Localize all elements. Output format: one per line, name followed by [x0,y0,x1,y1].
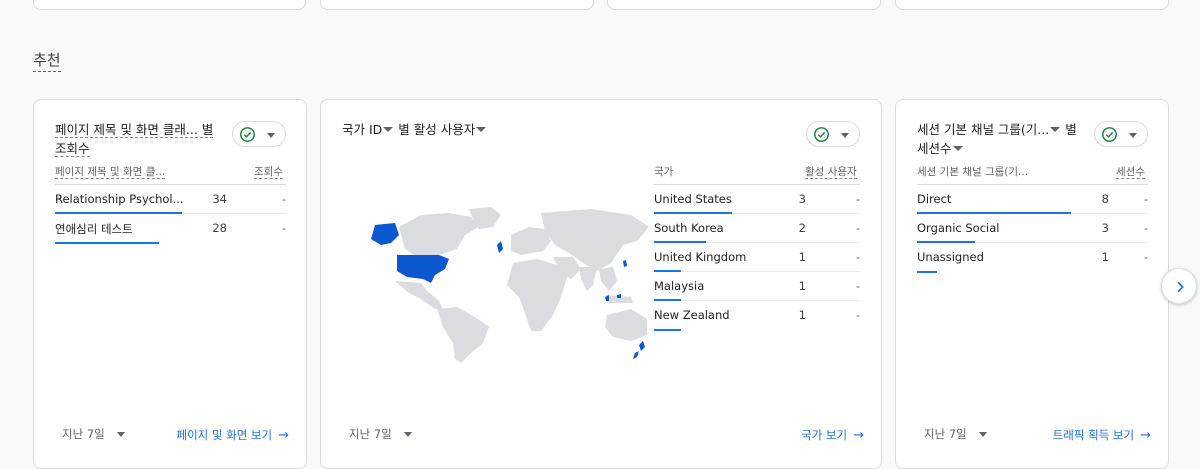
top-card-2 [320,0,594,10]
row-change: - [282,221,287,235]
check-circle-icon [1102,127,1117,142]
top-card-1 [33,0,306,10]
row-label: Malaysia [654,279,705,293]
date-range-select[interactable]: 지난 7일 [349,426,412,442]
arrow-right-icon: → [1140,428,1151,443]
col-header-metric: 세션수 [1116,166,1145,179]
dropdown-icon [1129,133,1137,138]
date-range-select[interactable]: 지난 7일 [924,426,987,442]
table-row[interactable]: Unassigned 1 - [917,243,1149,273]
title-dimension[interactable]: 국가 ID [342,122,382,137]
chevron-right-icon [1177,281,1184,293]
view-pages-link[interactable]: 페이지 및 화면 보기 → [176,427,289,443]
table-row[interactable]: Direct 8 - [917,185,1148,214]
col-header-dimension: 세션 기본 채널 그룹(기... [917,166,1029,178]
card-title: 세션 기본 채널 그룹(기... 별 세션수 [917,120,1087,158]
row-label: South Korea [654,221,724,235]
view-countries-link[interactable]: 국가 보기 → [801,427,864,443]
world-map[interactable] [361,205,651,363]
dropdown-icon [403,432,412,437]
row-change: - [1144,192,1149,206]
view-traffic-link[interactable]: 트래픽 획득 보기 → [1053,427,1151,443]
dropdown-icon [841,133,849,138]
dropdown-icon [267,133,275,138]
col-header-metric: 활성 사용자 [805,166,857,179]
title-rest: 별 [1065,122,1077,137]
carousel-next-button[interactable] [1161,268,1197,304]
row-change: - [856,192,861,206]
row-value: 1 [1101,250,1109,264]
table-row[interactable]: Malaysia 1 - [654,272,860,301]
compare-toggle[interactable] [1094,121,1148,147]
table-row[interactable]: 연애심리 테스트 28 - [55,214,287,244]
title-metric[interactable]: 세션수 [917,141,952,156]
row-label: United Kingdom [654,250,747,264]
row-change: - [282,192,287,206]
title-rest: 별 활성 사용자 [398,122,476,137]
date-range-select[interactable]: 지난 7일 [62,426,125,442]
dropdown-icon [116,432,125,437]
check-circle-icon [240,127,255,142]
map-countries [395,207,649,363]
row-bar [55,242,159,244]
card-title: 페이지 제목 및 화면 클래... 별 조회수 [55,120,215,158]
col-header-metric: 조회수 [254,166,283,179]
row-value: 28 [212,221,227,235]
dropdown-icon[interactable] [383,127,394,132]
row-change: - [856,221,861,235]
dropdown-icon [978,432,987,437]
row-value: 8 [1101,192,1109,206]
table-row[interactable]: Organic Social 3 - [917,214,1148,243]
card-country-users: 국가 ID 별 활성 사용자 국가 활성 사용자 United States 3… [320,99,882,469]
row-value: 34 [212,192,227,206]
top-card-3 [607,0,881,10]
table-row[interactable]: South Korea 2 - [654,214,860,243]
row-change: - [856,308,861,322]
section-title: 추천 [33,49,61,72]
row-label: Organic Social [917,221,1000,235]
check-circle-icon [814,127,829,142]
row-change: - [856,250,861,264]
dropdown-icon[interactable] [952,146,963,151]
row-value: 3 [798,192,806,206]
card-channel-sessions: 세션 기본 채널 그룹(기... 별 세션수 세션 기본 채널 그룹(기... … [895,99,1169,469]
arrow-right-icon: → [278,428,289,443]
row-label: Relationship Psychol... [55,192,184,206]
row-value: 1 [798,279,806,293]
row-change: - [1144,221,1149,235]
card-page-views: 페이지 제목 및 화면 클래... 별 조회수 페이지 제목 및 화면 클...… [33,99,307,469]
row-value: 3 [1101,221,1109,235]
card-title: 국가 ID 별 활성 사용자 [342,120,487,139]
row-value: 2 [798,221,806,235]
title-dimension[interactable]: 페이지 제목 및 화면 클래... 별 [55,122,214,138]
row-change: - [856,279,861,293]
row-label: United States [654,192,732,206]
row-value: 1 [798,250,806,264]
row-bar [654,329,681,331]
row-change: - [1144,250,1149,264]
table-row[interactable]: United States 3 - [654,185,860,214]
dropdown-icon[interactable] [476,127,487,132]
row-label: Unassigned [917,250,984,264]
col-header-dimension: 국가 [654,166,674,178]
row-value: 1 [798,308,806,322]
compare-toggle[interactable] [232,121,286,147]
dropdown-icon[interactable] [1050,127,1061,132]
row-bar [917,271,937,273]
table-row[interactable]: Relationship Psychol... 34 - [55,185,286,214]
row-label: New Zealand [654,308,730,322]
title-dimension[interactable]: 세션 기본 채널 그룹(기... [917,122,1049,137]
col-header-dimension: 페이지 제목 및 화면 클... [55,166,166,179]
top-card-4 [895,0,1169,10]
table-row[interactable]: United Kingdom 1 - [654,243,860,272]
compare-toggle[interactable] [806,121,860,147]
title-metric[interactable]: 조회수 [55,141,90,157]
table-row[interactable]: New Zealand 1 - [654,301,861,331]
row-label: Direct [917,192,952,206]
row-label: 연애심리 테스트 [55,222,133,236]
arrow-right-icon: → [853,428,864,443]
